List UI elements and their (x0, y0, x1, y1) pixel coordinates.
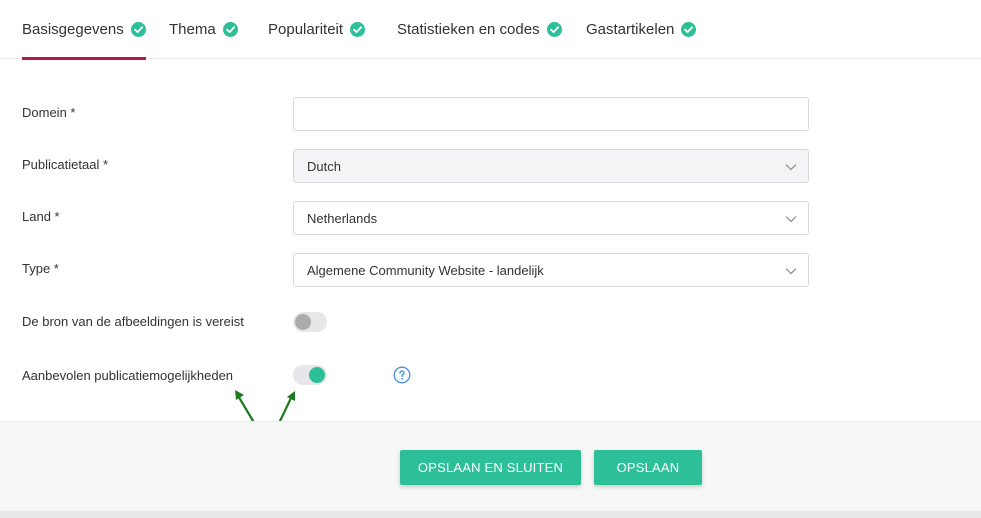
chevron-down-icon (785, 164, 797, 171)
tab-label: Thema (169, 21, 216, 38)
tab-gastartikelen[interactable]: Gastartikelen (586, 0, 697, 59)
bottom-bar (0, 511, 981, 518)
language-label: Publicatietaal * (22, 157, 108, 172)
type-selected-value: Algemene Community Website - landelijk (307, 262, 544, 278)
recommended-label: Aanbevolen publicatiemogelijkheden (22, 368, 234, 383)
tab-label: Basisgegevens (22, 21, 124, 38)
tab-thema[interactable]: Thema (169, 0, 238, 59)
image-source-toggle[interactable] (293, 312, 327, 332)
language-selected-value: Dutch (307, 158, 341, 174)
check-circle-icon (350, 22, 366, 37)
save-button[interactable]: OPSLAAN (594, 450, 702, 485)
country-select[interactable]: Netherlands (293, 201, 809, 235)
toggle-knob (295, 314, 311, 330)
check-circle-icon (222, 22, 238, 37)
type-label: Type * (22, 261, 59, 276)
type-select[interactable]: Algemene Community Website - landelijk (293, 253, 809, 287)
tab-bar: Basisgegevens Thema Populariteit Statist… (0, 0, 981, 60)
form-footer: OPSLAAN EN SLUITEN OPSLAAN (0, 421, 981, 511)
tab-label: Populariteit (268, 21, 344, 38)
question-circle-icon[interactable] (393, 366, 411, 384)
tab-label: Statistieken en codes (397, 21, 540, 38)
image-source-label: De bron van de afbeeldingen is vereist (22, 314, 244, 329)
chevron-down-icon (785, 268, 797, 275)
tab-populariteit[interactable]: Populariteit (268, 0, 366, 59)
tab-statistieken-en-codes[interactable]: Statistieken en codes (397, 0, 562, 59)
check-circle-icon (130, 22, 146, 37)
chevron-down-icon (785, 216, 797, 223)
country-selected-value: Netherlands (307, 210, 378, 226)
language-select[interactable]: Dutch (293, 149, 809, 183)
country-label: Land * (22, 209, 60, 224)
check-circle-icon (681, 22, 697, 37)
domain-label: Domein * (22, 105, 76, 120)
domain-input[interactable] (293, 97, 809, 131)
tab-basisgegevens[interactable]: Basisgegevens (22, 0, 146, 60)
tab-label: Gastartikelen (586, 21, 675, 38)
save-and-close-button[interactable]: OPSLAAN EN SLUITEN (400, 450, 581, 485)
check-circle-icon (546, 22, 562, 37)
